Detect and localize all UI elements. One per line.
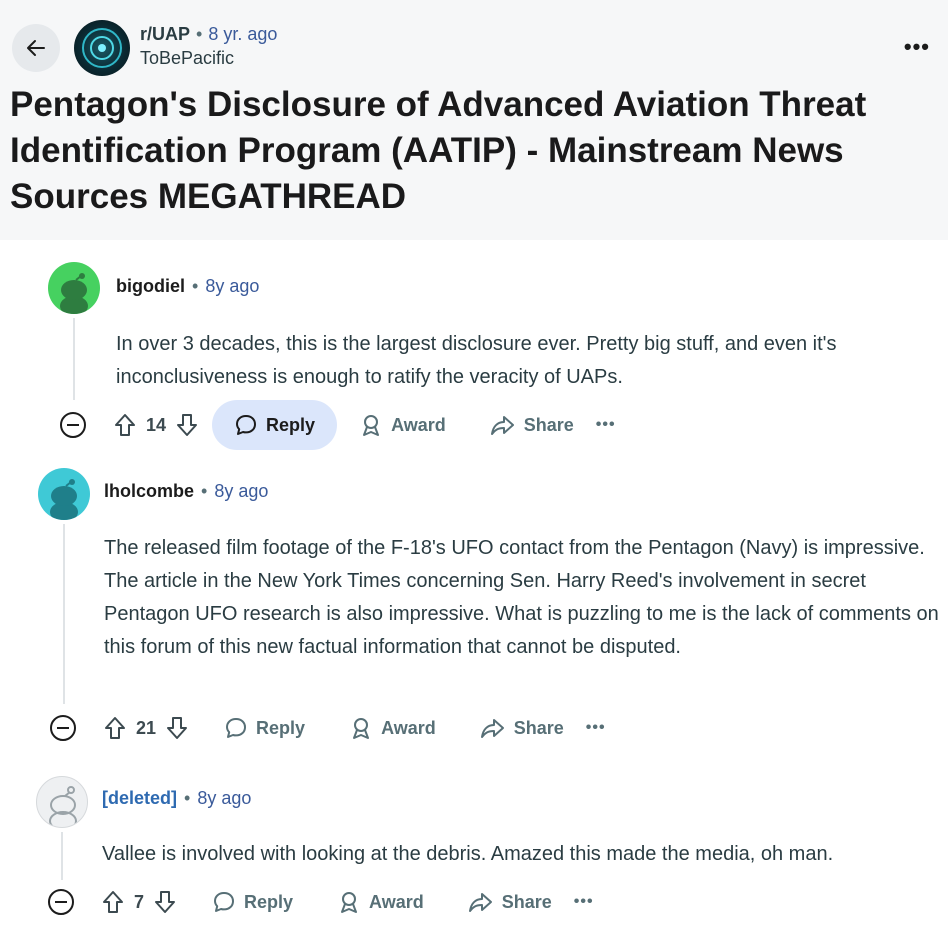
vote-count: 14 — [146, 414, 167, 435]
comment-username[interactable]: lholcombe — [104, 481, 194, 502]
share-label: Share — [501, 891, 552, 912]
upvote-icon[interactable] — [114, 413, 136, 437]
back-arrow-icon — [27, 40, 45, 56]
snoo-avatar-icon — [60, 273, 88, 314]
upvote-icon[interactable] — [104, 716, 126, 740]
share-label: Share — [523, 414, 574, 435]
avatar[interactable] — [48, 262, 100, 314]
award-button[interactable]: Award — [337, 400, 468, 450]
collapse-icon[interactable] — [50, 715, 76, 741]
award-icon — [341, 892, 358, 913]
vote-count: 21 — [136, 717, 157, 738]
comment-body: The released film footage of the F-18's … — [104, 537, 939, 658]
comment-time: 8y ago — [197, 788, 252, 808]
reply-label: Reply — [256, 717, 306, 738]
reply-bubble-icon — [236, 415, 257, 435]
comment-actions: 14 Reply Award Share ••• — [60, 400, 616, 450]
snoo-avatar-icon — [50, 479, 78, 520]
vote-controls: 14 — [114, 413, 198, 437]
comment-body: In over 3 decades, this is the largest d… — [116, 333, 837, 388]
separator-dot: • — [184, 788, 191, 808]
back-button[interactable] — [12, 24, 60, 72]
share-button[interactable]: Share — [446, 877, 574, 927]
award-button[interactable]: Award — [315, 877, 446, 927]
comment-body: Vallee is involved with looking at the d… — [102, 843, 834, 865]
collapse-icon[interactable] — [60, 412, 86, 438]
reply-label: Reply — [244, 891, 294, 912]
reply-button[interactable]: Reply — [212, 400, 338, 450]
avatar[interactable] — [36, 776, 88, 828]
award-label: Award — [381, 717, 436, 738]
reply-button[interactable]: Reply — [190, 877, 315, 927]
more-icon[interactable]: ••• — [574, 893, 594, 911]
share-button[interactable]: Share — [468, 400, 596, 450]
share-button[interactable]: Share — [458, 703, 586, 753]
award-button[interactable]: Award — [327, 703, 458, 753]
post-author[interactable]: ToBePacific — [140, 46, 277, 70]
share-icon — [490, 416, 514, 435]
comment-time: 8y ago — [205, 276, 260, 296]
vote-controls: 7 — [102, 890, 176, 914]
award-label: Award — [391, 414, 446, 435]
downvote-icon[interactable] — [166, 716, 188, 740]
downvote-icon[interactable] — [176, 413, 198, 437]
share-icon — [480, 719, 504, 738]
award-icon — [363, 415, 380, 436]
award-icon — [353, 718, 370, 739]
comment-actions: 21 Reply Award Share ••• — [50, 703, 606, 753]
share-icon — [468, 893, 492, 912]
separator-dot: • — [196, 24, 203, 44]
comment-username: [deleted] — [102, 788, 178, 808]
post-time: 8 yr. ago — [208, 24, 278, 44]
reply-label: Reply — [266, 414, 316, 435]
reply-bubble-icon — [214, 892, 235, 912]
downvote-icon[interactable] — [154, 890, 176, 914]
comment-username[interactable]: bigodiel — [116, 276, 185, 297]
reply-bubble-icon — [226, 718, 247, 738]
share-label: Share — [513, 717, 564, 738]
subreddit-avatar-icon[interactable] — [74, 20, 130, 76]
separator-dot: • — [201, 481, 208, 501]
comment-actions: 7 Reply Award Share ••• — [48, 877, 594, 927]
reply-button[interactable]: Reply — [202, 703, 327, 753]
comment-time: 8y ago — [214, 481, 269, 501]
collapse-icon[interactable] — [48, 889, 74, 915]
page-title: Pentagon's Disclosure of Advanced Aviati… — [10, 85, 867, 216]
vote-controls: 21 — [104, 716, 188, 740]
award-label: Award — [369, 891, 424, 912]
avatar[interactable] — [38, 468, 90, 520]
more-icon[interactable]: ••• — [586, 719, 606, 737]
post-more-icon[interactable]: ••• — [904, 34, 930, 60]
separator-dot: • — [192, 276, 199, 296]
deleted-user-avatar-icon — [49, 786, 77, 827]
vote-count: 7 — [134, 891, 145, 912]
more-icon[interactable]: ••• — [596, 416, 616, 434]
subreddit-name[interactable]: r/UAP — [140, 22, 190, 46]
post-meta: r/UAP • 8 yr. ago ToBePacific — [140, 22, 277, 70]
upvote-icon[interactable] — [102, 890, 124, 914]
